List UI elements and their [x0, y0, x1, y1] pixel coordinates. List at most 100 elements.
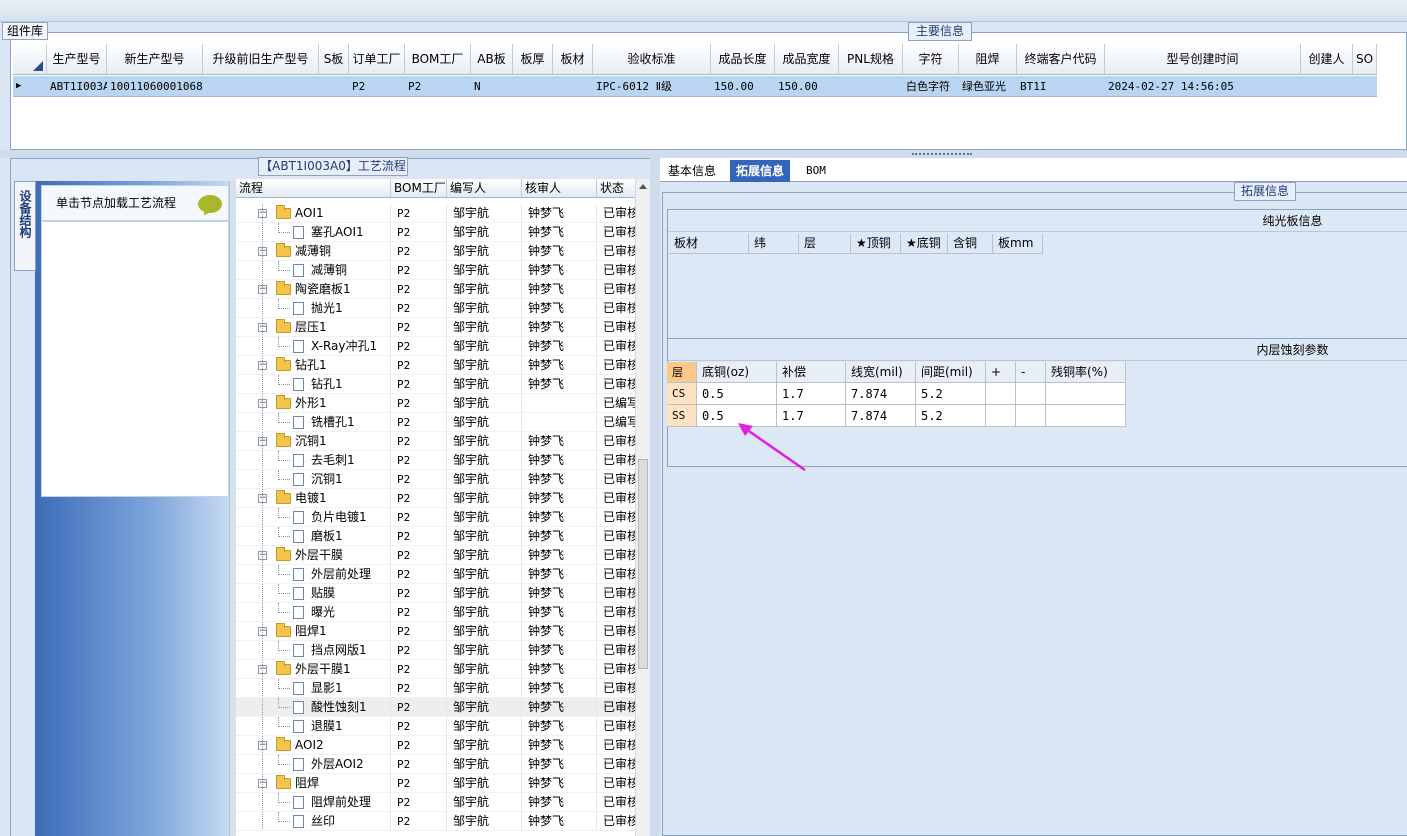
tree-node[interactable]: 阻焊前处理 — [236, 793, 391, 812]
tree-node[interactable]: 抛光1 — [236, 299, 391, 318]
tree-node[interactable]: 沉铜1 — [236, 470, 391, 489]
tree-header-cell[interactable]: 核审人 — [522, 179, 597, 197]
tree-header-cell[interactable]: 编写人 — [447, 179, 522, 197]
table-row[interactable]: CS 0.5 1.7 7.874 5.2 — [667, 383, 1126, 405]
tree-node[interactable]: 酸性蚀刻1 — [236, 698, 391, 717]
etch-cell[interactable]: 7.874 — [846, 383, 916, 405]
grid-cell[interactable] — [513, 76, 553, 96]
etch-cell[interactable] — [1046, 405, 1126, 427]
tree-node[interactable]: 退膜1 — [236, 717, 391, 736]
table-row[interactable]: −电镀1P2邹宇航钟梦飞已审核 — [236, 489, 635, 508]
plain-board-header-cell[interactable]: 板材 — [669, 234, 749, 254]
tree-node[interactable]: 贴膜 — [236, 584, 391, 603]
tree-node[interactable]: 减薄铜 — [236, 261, 391, 280]
grid-cell[interactable]: 150.00 — [711, 76, 775, 96]
splitter-grip-icon[interactable] — [912, 153, 972, 156]
grid-header-cell[interactable]: SO — [1353, 44, 1377, 74]
etch-cell[interactable]: 0.5 — [697, 383, 777, 405]
etch-header-cell[interactable]: + — [986, 362, 1016, 383]
table-row[interactable]: 抛光1 P2邹宇航钟梦飞已审核 — [236, 299, 635, 318]
grid-header-cell[interactable]: BOM工厂 — [405, 44, 471, 74]
table-row[interactable]: 酸性蚀刻1 P2邹宇航钟梦飞已审核 — [236, 698, 635, 717]
grid-header-cell[interactable]: 成品宽度 — [775, 44, 839, 74]
table-row[interactable]: −阻焊1P2邹宇航钟梦飞已审核 — [236, 622, 635, 641]
tree-header-cell[interactable]: BOM工厂 — [391, 179, 447, 197]
table-row[interactable]: 减薄铜 P2邹宇航钟梦飞已审核 — [236, 261, 635, 280]
grid-header-cell[interactable]: 板材 — [553, 44, 593, 74]
tree-node[interactable]: 外层AOI2 — [236, 755, 391, 774]
etch-header-cell[interactable]: - — [1016, 362, 1046, 383]
plain-board-header-cell[interactable]: 板mm — [993, 234, 1043, 254]
grid-header-cell[interactable]: S板 — [319, 44, 349, 74]
table-row[interactable]: 外层前处理 P2邹宇航钟梦飞已审核 — [236, 565, 635, 584]
tree-node[interactable]: − 阻焊 — [236, 774, 391, 793]
tab-bom[interactable]: BOM — [800, 160, 832, 182]
tree-node[interactable]: − 沉铜1 — [236, 432, 391, 451]
tree-node[interactable]: − AOI1 — [236, 204, 391, 223]
table-row[interactable]: 外层AOI2 P2邹宇航钟梦飞已审核 — [236, 755, 635, 774]
grid-header-cell[interactable]: 板厚 — [513, 44, 553, 74]
grid-cell[interactable]: P2 — [349, 76, 405, 96]
grid-cell[interactable] — [203, 76, 319, 96]
table-row[interactable]: 塞孔AOI1 P2邹宇航钟梦飞已审核 — [236, 223, 635, 242]
table-row[interactable]: 贴膜 P2邹宇航钟梦飞已审核 — [236, 584, 635, 603]
grid-cell[interactable]: ABT1I003A0 — [47, 76, 107, 96]
table-row[interactable]: 铣槽孔1 P2邹宇航 已编写 — [236, 413, 635, 432]
etch-cell[interactable] — [1016, 383, 1046, 405]
plain-board-header-cell[interactable]: 层 — [799, 234, 851, 254]
table-row[interactable]: −阻焊P2邹宇航钟梦飞已审核 — [236, 774, 635, 793]
tree-node[interactable]: 曝光 — [236, 603, 391, 622]
table-row[interactable]: 曝光 P2邹宇航钟梦飞已审核 — [236, 603, 635, 622]
grid-header-cell[interactable]: 订单工厂 — [349, 44, 405, 74]
plain-board-header-cell[interactable]: 含铜 — [948, 234, 993, 254]
grid-header-cell[interactable]: 字符 — [903, 44, 959, 74]
grid-header-cell[interactable]: 阻焊 — [959, 44, 1017, 74]
table-row[interactable]: −外层干膜1P2邹宇航钟梦飞已审核 — [236, 660, 635, 679]
grid-cell[interactable] — [839, 76, 903, 96]
etch-cell[interactable]: 5.2 — [916, 383, 986, 405]
tree-node[interactable]: 丝印 — [236, 812, 391, 831]
tree-node[interactable]: − 钻孔1 — [236, 356, 391, 375]
table-row[interactable]: 丝印 P2邹宇航钟梦飞已审核 — [236, 812, 635, 831]
table-row[interactable]: X-Ray冲孔1 P2邹宇航钟梦飞已审核 — [236, 337, 635, 356]
grid-header-cell[interactable]: 验收标准 — [593, 44, 711, 74]
etch-cell[interactable] — [1016, 405, 1046, 427]
scroll-thumb[interactable] — [638, 459, 648, 669]
tree-node[interactable]: 负片电镀1 — [236, 508, 391, 527]
etch-header-cell[interactable]: 层 — [667, 362, 697, 383]
grid-header-cell[interactable]: PNL规格 — [839, 44, 903, 74]
component-library-tab[interactable]: 组件库 — [2, 22, 48, 40]
tree-node[interactable]: 钻孔1 — [236, 375, 391, 394]
tree-node[interactable]: 去毛刺1 — [236, 451, 391, 470]
tree-node[interactable]: 挡点网版1 — [236, 641, 391, 660]
etch-header-cell[interactable]: 间距(mil) — [916, 362, 986, 383]
grid-header-cell[interactable]: 生产型号 — [47, 44, 107, 74]
table-row[interactable]: 退膜1 P2邹宇航钟梦飞已审核 — [236, 717, 635, 736]
grid-cell[interactable] — [1353, 76, 1377, 96]
grid-cell[interactable]: P2 — [405, 76, 471, 96]
plain-board-header-cell[interactable]: ★底铜 — [901, 234, 948, 254]
table-row[interactable]: 钻孔1 P2邹宇航钟梦飞已审核 — [236, 375, 635, 394]
scroll-up-icon[interactable] — [639, 184, 647, 189]
table-row[interactable]: 挡点网版1 P2邹宇航钟梦飞已审核 — [236, 641, 635, 660]
tree-node[interactable]: 塞孔AOI1 — [236, 223, 391, 242]
table-row[interactable]: −层压1P2邹宇航钟梦飞已审核 — [236, 318, 635, 337]
grid-header-cell[interactable]: 终端客户代码 — [1017, 44, 1105, 74]
grid-cell[interactable] — [1301, 76, 1353, 96]
tab-basic-info[interactable]: 基本信息 — [662, 160, 722, 182]
etch-cell[interactable] — [986, 383, 1016, 405]
plain-board-header-cell[interactable]: 纬 — [749, 234, 799, 254]
vertical-splitter-left[interactable] — [229, 181, 236, 836]
grid-header-cell[interactable]: 型号创建时间 — [1105, 44, 1301, 74]
grid-cell[interactable] — [319, 76, 349, 96]
tree-header-cell[interactable]: 状态 — [597, 179, 635, 197]
process-tree-scrollbar[interactable] — [635, 179, 650, 836]
grid-cell[interactable]: IPC-6012 Ⅱ级 — [593, 76, 711, 96]
plain-board-header-cell[interactable]: ★顶铜 — [851, 234, 901, 254]
grid-header-cell[interactable]: 成品长度 — [711, 44, 775, 74]
vertical-splitter-right[interactable] — [650, 158, 660, 836]
grid-cell[interactable]: 白色字符 — [903, 76, 959, 96]
table-row[interactable]: 沉铜1 P2邹宇航钟梦飞已审核 — [236, 470, 635, 489]
etch-header-cell[interactable]: 残铜率(%) — [1046, 362, 1126, 383]
tree-node[interactable]: − 外层干膜 — [236, 546, 391, 565]
